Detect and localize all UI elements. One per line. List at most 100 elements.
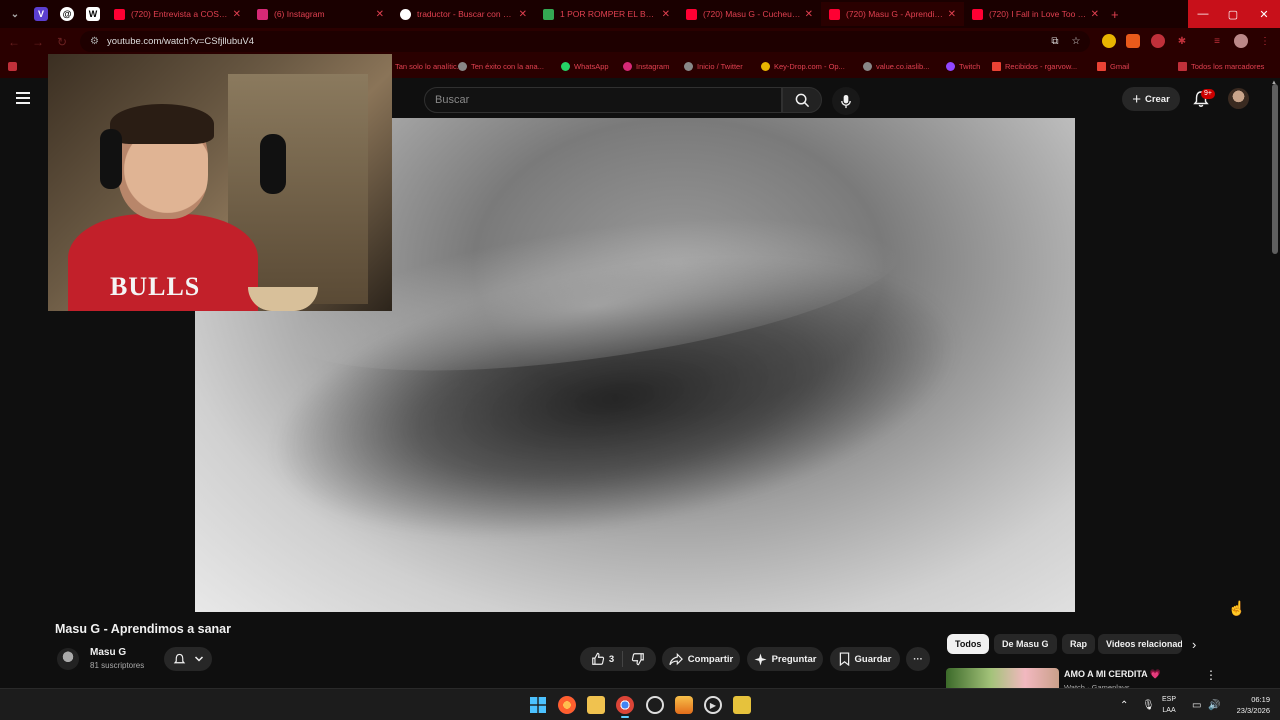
sparkle-icon — [754, 652, 767, 666]
account-avatar[interactable] — [1228, 88, 1249, 109]
microphone-tray-icon[interactable]: 🎙 — [1142, 689, 1155, 720]
chip-rap[interactable]: Rap — [1062, 634, 1096, 654]
app-icon[interactable] — [733, 696, 751, 714]
bookmark-item[interactable]: Ten éxito con la ana... — [458, 55, 544, 78]
tab-item[interactable]: traductor - Buscar con Goo ✕ — [392, 2, 535, 26]
close-window-button[interactable]: ✕ — [1248, 0, 1280, 28]
bookmark-folder[interactable]: Todos los marcadores — [1178, 55, 1264, 78]
bookmark-item[interactable]: Instagram — [623, 55, 669, 78]
chrome-icon[interactable] — [616, 696, 634, 714]
system-clock[interactable]: 06:19 23/3/2026 — [1226, 694, 1270, 716]
share-icon — [669, 652, 683, 666]
extension-icon[interactable] — [1151, 34, 1165, 48]
firefox-icon[interactable] — [558, 696, 576, 714]
link-icon — [863, 62, 872, 71]
network-icon[interactable]: ▭ — [1192, 689, 1201, 720]
obs-icon[interactable] — [646, 696, 664, 714]
search-input[interactable]: Buscar — [424, 87, 782, 113]
bookmark-item[interactable]: value.co.iaslib... — [863, 55, 929, 78]
subscription-button[interactable] — [164, 647, 212, 671]
cast-icon[interactable]: ⧉ — [1048, 34, 1062, 48]
maximize-button[interactable]: ▢ — [1218, 0, 1248, 28]
address-bar[interactable]: ⚙ youtube.com/watch?v=CSfjllubuV4 — [80, 31, 1090, 52]
subscriber-count: 81 suscriptores — [90, 661, 145, 670]
tab-item[interactable]: (720) Entrevista a COSCU ✕ — [106, 2, 249, 26]
apps-icon[interactable] — [8, 55, 21, 78]
tray-chevron-icon[interactable]: ⌃ — [1120, 689, 1128, 720]
channel-avatar[interactable] — [57, 648, 79, 670]
media-player-icon[interactable]: ▶ — [704, 696, 722, 714]
search-button[interactable] — [782, 87, 822, 113]
app-icon[interactable] — [675, 696, 693, 714]
pinned-tab-threads[interactable]: @ — [54, 3, 80, 25]
bookmark-icon — [839, 652, 850, 666]
channel-name[interactable]: Masu G — [90, 647, 126, 658]
new-tab-button[interactable]: + — [1111, 7, 1119, 22]
more-actions-button[interactable]: ··· — [906, 647, 930, 671]
menu-kebab-icon[interactable]: ⋮ — [1258, 34, 1272, 48]
close-tab-icon[interactable]: ✕ — [1091, 9, 1099, 20]
profile-icon[interactable] — [1234, 34, 1248, 48]
windows-start-icon[interactable] — [529, 696, 547, 714]
tab-item[interactable]: 1 POR ROMPER EL BEAT - C✕ — [535, 2, 678, 26]
reload-button[interactable]: ↻ — [50, 35, 74, 49]
tab-item[interactable]: (6) Instagram ✕ — [249, 2, 392, 26]
plus-icon: + — [1132, 90, 1141, 108]
pinned-tab-w[interactable]: W — [80, 3, 106, 25]
bookmark-item[interactable]: WhatsApp — [561, 55, 609, 78]
streamer-hair — [110, 104, 214, 144]
bookmark-star-icon[interactable]: ☆ — [1069, 34, 1083, 48]
close-tab-icon[interactable]: ✕ — [805, 9, 813, 20]
tab-active[interactable]: (720) Masu G - Aprendimos ✕ — [821, 2, 964, 26]
extensions-puzzle-icon[interactable]: ✱ — [1175, 34, 1189, 48]
close-tab-icon[interactable]: ✕ — [233, 9, 241, 20]
bookmark-item[interactable]: Key-Drop.com - Op... — [761, 55, 845, 78]
browser-toolbar: ← → ↻ ⚙ youtube.com/watch?v=CSfjllubuV4 — [0, 28, 1280, 55]
bookmark-item[interactable]: Recibidos - rgarvow... — [992, 55, 1077, 78]
forward-button[interactable]: → — [26, 35, 50, 49]
recommendation-thumbnail[interactable] — [946, 668, 1059, 688]
recommendation-title[interactable]: AMO A MI CERDITA 💗 — [1064, 669, 1161, 680]
gmail-icon — [1097, 62, 1106, 71]
thumbs-up-icon — [592, 652, 604, 665]
tab-search-icon[interactable]: ⌄ — [2, 3, 28, 25]
chevron-right-icon[interactable]: › — [1192, 637, 1196, 652]
close-tab-icon[interactable]: ✕ — [948, 9, 956, 20]
ask-button[interactable]: Preguntar — [747, 647, 823, 671]
extension-icon[interactable] — [1126, 34, 1140, 48]
chip-all[interactable]: Todos — [947, 634, 990, 654]
video-title: Masu G - Aprendimos a sanar — [55, 622, 231, 636]
page-scrollbar[interactable] — [1272, 84, 1278, 254]
voice-search-button[interactable] — [832, 87, 860, 115]
bookmark-item[interactable]: Inicio / Twitter — [684, 55, 743, 78]
pinned-tab-v[interactable]: V — [28, 3, 54, 25]
close-tab-icon[interactable]: ✕ — [519, 9, 527, 20]
chip-related[interactable]: Videos relacionados — [1098, 634, 1182, 654]
like-button[interactable] — [591, 652, 605, 666]
more-vertical-icon[interactable]: ⋮ — [1205, 668, 1217, 682]
bookmark-item[interactable]: Gmail — [1097, 55, 1130, 78]
link-icon — [684, 62, 693, 71]
close-tab-icon[interactable]: ✕ — [376, 9, 384, 20]
thumbs-down-icon — [632, 653, 644, 666]
extension-icon[interactable] — [1102, 34, 1116, 48]
back-button[interactable]: ← — [2, 35, 26, 49]
dislike-button[interactable] — [631, 652, 645, 666]
chip-from-channel[interactable]: De Masu G — [994, 634, 1057, 654]
tab-item[interactable]: (720) Masu G - Cucheu (Vi ✕ — [678, 2, 821, 26]
language-indicator[interactable]: ESP LAA — [1162, 694, 1176, 716]
volume-icon[interactable]: 🔊 — [1208, 689, 1220, 720]
more-horizontal-icon: ··· — [913, 653, 923, 665]
site-info-icon[interactable]: ⚙ — [90, 36, 99, 47]
share-button[interactable]: Compartir — [662, 647, 740, 671]
close-tab-icon[interactable]: ✕ — [662, 9, 670, 20]
menu-icon[interactable] — [16, 92, 30, 104]
bookmark-item[interactable]: Twitch — [946, 55, 980, 78]
tab-item[interactable]: (720) I Fall in Love Too Eas ✕ — [964, 2, 1107, 26]
media-icon[interactable]: ≡ — [1210, 34, 1224, 48]
save-button[interactable]: Guardar — [830, 647, 900, 671]
create-button[interactable]: + Crear — [1122, 87, 1180, 111]
bookmark-item[interactable]: Tan solo lo analític... — [395, 55, 463, 78]
minimize-button[interactable]: — — [1188, 0, 1218, 28]
file-explorer-icon[interactable] — [587, 696, 605, 714]
